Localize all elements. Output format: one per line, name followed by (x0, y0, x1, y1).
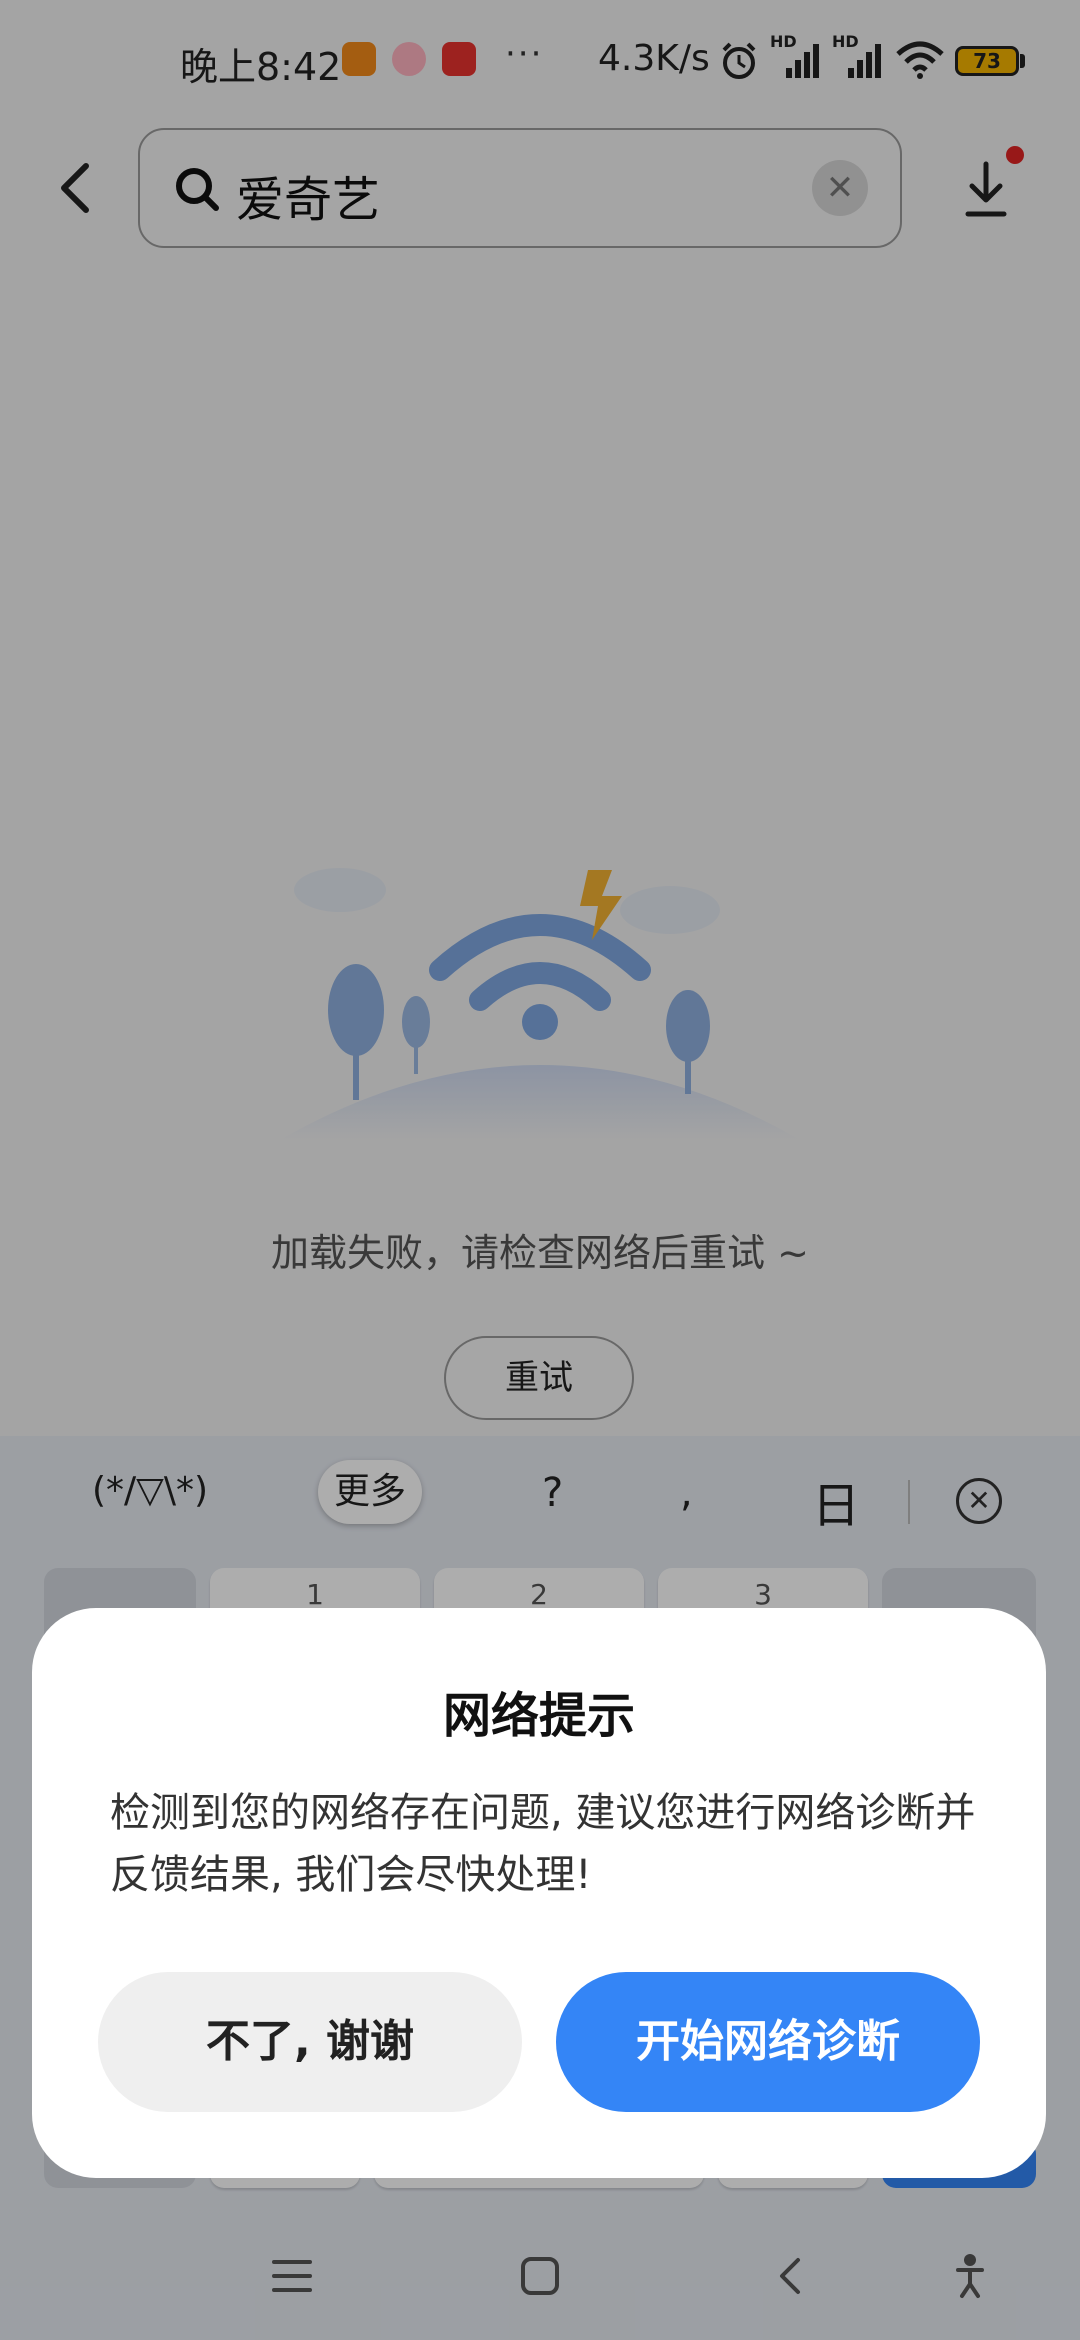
dismiss-button[interactable]: 不了, 谢谢 (98, 1972, 522, 2112)
dialog-message: 检测到您的网络存在问题, 建议您进行网络诊断并反馈结果, 我们会尽快处理! (110, 1790, 976, 1898)
dialog-title: 网络提示 (442, 1688, 635, 1744)
start-diagnosis-button[interactable]: 开始网络诊断 (556, 1972, 980, 2112)
